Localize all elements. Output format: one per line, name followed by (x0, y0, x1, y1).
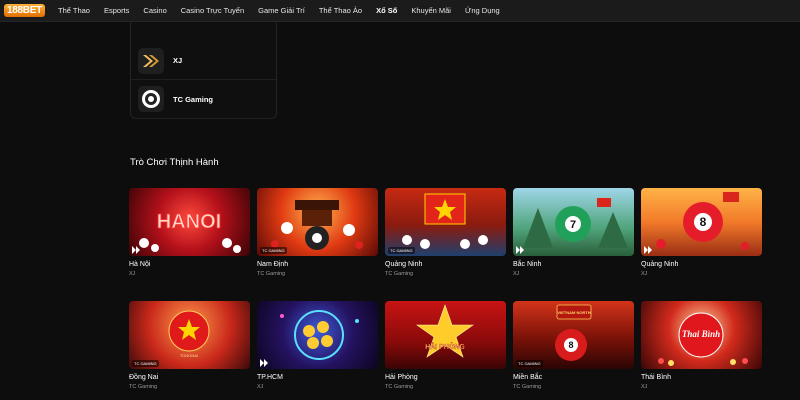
game-card-mien-bac[interactable]: VIETNAM NORTH 8 TC GAMING Miền Bắc TC Ga… (513, 301, 634, 390)
thumb-label: VIETNAM NORTH (557, 310, 590, 315)
game-provider: XJ (257, 384, 264, 390)
thumb-ball-number: 8 (700, 215, 707, 229)
game-card-nam-dinh[interactable]: TC GAMING Nam Định TC Gaming (257, 188, 378, 277)
game-title: Quảng Ninh (385, 261, 423, 268)
game-thumbnail: Thai Bình (641, 301, 762, 369)
game-card-dong-nai[interactable]: TONGNAI TC GAMING Đồng Nai TC Gaming (129, 301, 250, 390)
nav-item-the-thao[interactable]: Thể Thao (58, 6, 90, 15)
svg-text:8: 8 (568, 340, 573, 350)
game-title: Hải Phòng (385, 374, 418, 381)
game-thumbnail: TC GAMING (257, 188, 378, 256)
game-provider: XJ (641, 271, 648, 277)
game-card-bac-ninh[interactable]: 7 Bắc Ninh XJ (513, 188, 634, 277)
provider-badge: TC GAMING (260, 247, 287, 254)
game-thumbnail: 7 (513, 188, 634, 256)
game-thumbnail: TC GAMING (385, 188, 506, 256)
nav-item-casino-truc-tuyen[interactable]: Casino Trực Tuyến (181, 6, 244, 15)
provider-name: TC Gaming (173, 94, 214, 104)
nav-item-xo-so[interactable]: Xổ Số (376, 6, 397, 15)
game-provider: XJ (641, 384, 648, 390)
game-provider: XJ (129, 271, 136, 277)
play-arrow-icon (260, 359, 268, 367)
game-card-quang-ninh-xj[interactable]: 8 Quảng Ninh XJ (641, 188, 762, 277)
provider-item-tc-gaming[interactable]: TC Gaming (131, 80, 276, 118)
game-card-thai-binh[interactable]: Thai Bình Thái Bình XJ (641, 301, 762, 390)
top-navigation-bar: 188BET Thể Thao Esports Casino Casino Tr… (0, 0, 800, 22)
play-arrow-icon (132, 246, 140, 254)
game-title: Nam Định (257, 261, 289, 268)
nav-item-ung-dung[interactable]: Ứng Dụng (465, 6, 500, 15)
game-title: Bắc Ninh (513, 261, 542, 268)
section-title: Trò Chơi Thịnh Hành (130, 157, 219, 168)
thumb-label: HẢI PHÒNG (425, 342, 465, 351)
game-thumbnail (257, 301, 378, 369)
provider-name: XJ (173, 56, 183, 65)
game-title: Quảng Ninh (641, 261, 679, 268)
game-card-tp-hcm[interactable]: TP.HCM XJ (257, 301, 378, 390)
main-nav: Thể Thao Esports Casino Casino Trực Tuyế… (58, 0, 514, 22)
game-card-quang-ninh-tc[interactable]: TC GAMING Quảng Ninh TC Gaming (385, 188, 506, 277)
nav-item-khuyen-mai[interactable]: Khuyến Mãi (411, 6, 451, 15)
provider-badge: TC GAMING (516, 360, 543, 367)
game-title: TP.HCM (257, 374, 283, 381)
tc-gaming-logo-icon (138, 86, 164, 112)
game-title: Thái Bình (641, 374, 671, 381)
game-card-hai-phong[interactable]: HẢI PHÒNG Hải Phòng TC Gaming (385, 301, 506, 390)
thumb-ball-number: 7 (570, 219, 576, 231)
thumb-hanoi-text: HANOI (157, 211, 221, 233)
thumb-label: TONGNAI (180, 353, 198, 358)
game-thumbnail: HANOI (129, 188, 250, 256)
brand-logo-text: 188BET (4, 4, 45, 17)
brand-logo[interactable]: 188BET (0, 0, 45, 22)
game-thumbnail: TONGNAI TC GAMING (129, 301, 250, 369)
provider-badge: TC GAMING (388, 247, 415, 254)
game-thumbnail: VIETNAM NORTH 8 TC GAMING (513, 301, 634, 369)
provider-badge: TC GAMING (132, 360, 159, 367)
xj-logo-icon (138, 47, 164, 74)
provider-item-xj[interactable]: XJ (131, 42, 276, 80)
game-thumbnail: 8 (641, 188, 762, 256)
nav-item-esports[interactable]: Esports (104, 6, 129, 15)
game-provider: TC Gaming (129, 384, 158, 390)
providers-panel: XJ TC Gaming (130, 22, 277, 119)
game-title: Miền Bắc (513, 374, 543, 381)
game-title: Hà Nội (129, 261, 151, 268)
game-thumbnail: HẢI PHÒNG (385, 301, 506, 369)
game-card-ha-noi[interactable]: HANOI Hà Nội XJ (129, 188, 250, 277)
nav-item-game-giai-tri[interactable]: Game Giải Trí (258, 6, 305, 15)
game-provider: TC Gaming (385, 384, 414, 390)
thumb-label: Thai Bình (682, 329, 720, 339)
game-provider: TC Gaming (385, 271, 414, 277)
game-provider: TC Gaming (513, 384, 542, 390)
play-arrow-icon (644, 246, 652, 254)
play-arrow-icon (516, 246, 524, 254)
game-provider: TC Gaming (257, 271, 286, 277)
nav-item-casino[interactable]: Casino (143, 6, 166, 15)
game-provider: XJ (513, 271, 520, 277)
nav-item-the-thao-ao[interactable]: Thể Thao Ảo (319, 6, 362, 15)
game-title: Đồng Nai (129, 374, 159, 381)
